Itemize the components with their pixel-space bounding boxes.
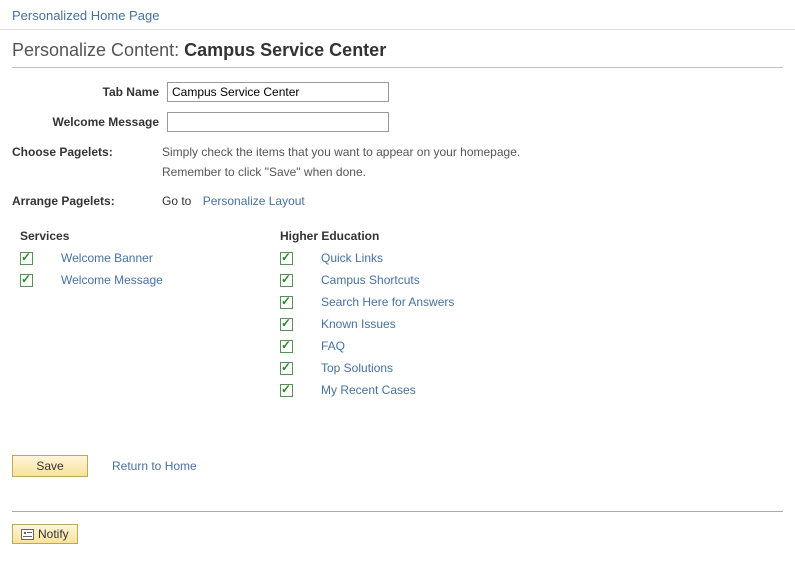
pagelet-item: Top Solutions <box>276 361 486 375</box>
pagelet-item: FAQ <box>276 339 486 353</box>
pagelet-item: Welcome Banner <box>16 251 226 265</box>
pagelet-column: Higher Education Quick Links Campus Shortc… <box>276 229 486 405</box>
pagelet-checkbox[interactable] <box>280 274 293 287</box>
notify-button[interactable]: Notify <box>12 524 78 544</box>
pagelet-link[interactable]: Welcome Message <box>61 273 163 287</box>
pagelet-item: Welcome Message <box>16 273 226 287</box>
choose-pagelets-line1: Simply check the items that you want to … <box>162 142 520 162</box>
choose-pagelets-label: Choose Pagelets: <box>12 143 162 159</box>
choose-pagelets-text: Simply check the items that you want to … <box>162 142 520 183</box>
pagelet-link[interactable]: FAQ <box>321 339 345 353</box>
pagelet-link[interactable]: Campus Shortcuts <box>321 273 420 287</box>
page-title-subject: Campus Service Center <box>184 40 386 60</box>
welcome-message-label: Welcome Message <box>12 115 167 129</box>
pagelet-link[interactable]: Top Solutions <box>321 361 393 375</box>
notify-icon <box>21 529 34 540</box>
pagelet-checkbox[interactable] <box>280 340 293 353</box>
welcome-message-input[interactable] <box>167 112 389 132</box>
pagelets-container: Services Welcome Banner Welcome Message Hig… <box>12 229 783 405</box>
breadcrumb-link[interactable]: Personalized Home Page <box>12 8 159 23</box>
pagelet-item: Search Here for Answers <box>276 295 486 309</box>
save-button[interactable]: Save <box>12 455 88 477</box>
breadcrumb: Personalized Home Page <box>0 0 795 30</box>
pagelet-checkbox[interactable] <box>280 296 293 309</box>
pagelet-link[interactable]: Search Here for Answers <box>321 295 454 309</box>
pagelet-link[interactable]: Welcome Banner <box>61 251 153 265</box>
pagelet-checkbox[interactable] <box>280 252 293 265</box>
pagelet-item: Known Issues <box>276 317 486 331</box>
pagelet-column: Services Welcome Banner Welcome Message <box>16 229 226 405</box>
pagelet-link[interactable]: Known Issues <box>321 317 396 331</box>
pagelet-column-header: Services <box>16 229 226 243</box>
return-home-link[interactable]: Return to Home <box>112 459 197 473</box>
page-title-prefix: Personalize Content: <box>12 40 184 60</box>
arrange-pagelets-goto: Go to <box>162 194 191 208</box>
personalize-layout-link[interactable]: Personalize Layout <box>203 194 305 208</box>
notify-button-label: Notify <box>38 527 69 541</box>
pagelet-item: Quick Links <box>276 251 486 265</box>
divider <box>12 511 783 512</box>
choose-pagelets-line2: Remember to click "Save" when done. <box>162 162 520 182</box>
pagelet-checkbox[interactable] <box>20 252 33 265</box>
pagelet-checkbox[interactable] <box>280 318 293 331</box>
tab-name-label: Tab Name <box>12 85 167 99</box>
pagelet-link[interactable]: Quick Links <box>321 251 383 265</box>
pagelet-checkbox[interactable] <box>280 362 293 375</box>
tab-name-input[interactable] <box>167 82 389 102</box>
pagelet-checkbox[interactable] <box>20 274 33 287</box>
pagelet-item: Campus Shortcuts <box>276 273 486 287</box>
pagelet-checkbox[interactable] <box>280 384 293 397</box>
pagelet-column-header: Higher Education <box>276 229 486 243</box>
pagelet-link[interactable]: My Recent Cases <box>321 383 416 397</box>
pagelet-item: My Recent Cases <box>276 383 486 397</box>
arrange-pagelets-label: Arrange Pagelets: <box>12 192 162 208</box>
page-title: Personalize Content: Campus Service Cent… <box>12 40 783 68</box>
